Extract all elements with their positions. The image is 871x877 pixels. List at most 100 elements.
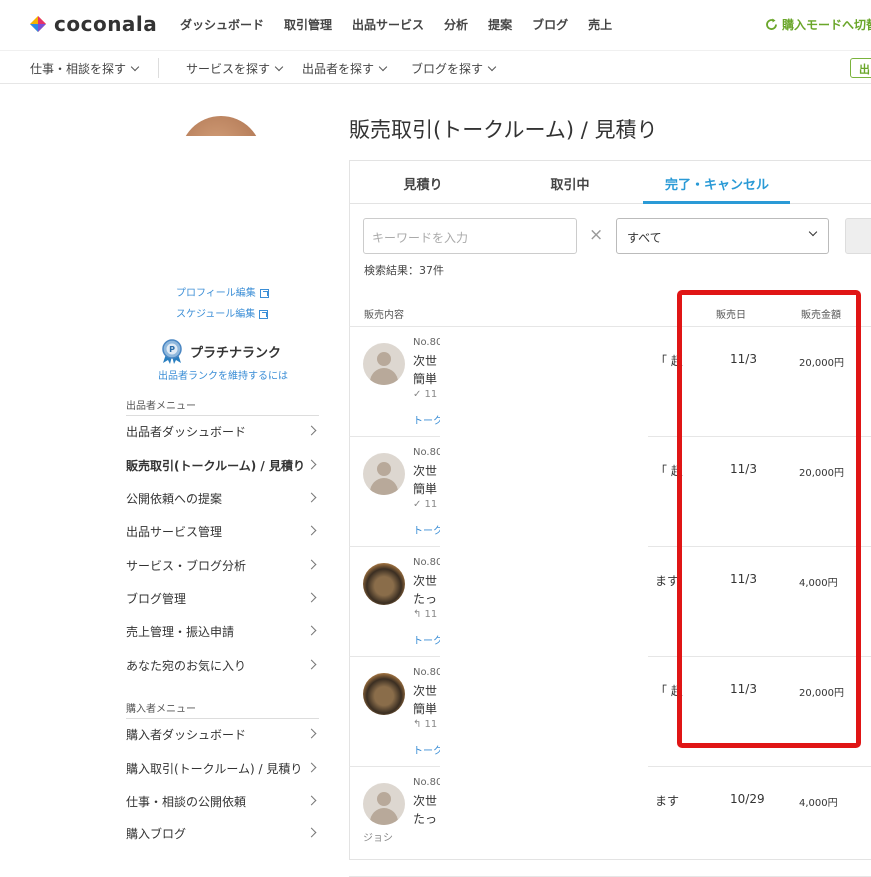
service-title[interactable]: 次世 (413, 792, 437, 809)
status-filter-select[interactable]: すべて (616, 218, 829, 254)
subnav-find-blogs[interactable]: ブログを探す (411, 60, 497, 77)
menu-label: 販売取引(トークルーム) / 見積り (126, 459, 305, 473)
chevron-right-icon (306, 728, 317, 739)
keyword-search-input[interactable]: キーワードを入力 (363, 218, 577, 254)
service-title[interactable]: 次世 (413, 572, 437, 589)
row-meta: ↰ 11 (413, 719, 438, 730)
menu-purchased-blogs[interactable]: 購入ブログ (126, 825, 319, 842)
service-title[interactable]: 次世 (413, 682, 437, 699)
buyer-avatar[interactable] (363, 673, 405, 715)
sale-date: 10/29 (730, 792, 765, 806)
subnav-find-sellers[interactable]: 出品者を探す (302, 60, 388, 77)
chevron-right-icon (306, 762, 317, 773)
menu-buyer-dashboard[interactable]: 購入者ダッシュボード (126, 726, 319, 743)
chevron-right-icon (306, 525, 317, 536)
menu-proposals[interactable]: 公開依頼への提案 (126, 490, 319, 507)
chevron-down-icon (808, 227, 818, 237)
order-number: No.80 (413, 667, 443, 678)
buyer-menu-heading: 購入者メニュー (126, 700, 319, 719)
service-title-tail: ます (655, 574, 680, 588)
buyer-avatar[interactable] (363, 783, 405, 825)
service-title[interactable]: 次世 (413, 462, 437, 479)
red-highlight-box (677, 290, 861, 748)
rank-info-link[interactable]: 出品者ランクを維持するには (158, 367, 288, 382)
subnav-label: ブログを探す (411, 62, 484, 76)
subnav-label: 仕事・相談を探す (30, 62, 127, 76)
row-meta: ✓ 11 (413, 499, 438, 510)
edit-schedule-label: スケジュール編集 (176, 309, 256, 320)
menu-service-management[interactable]: 出品サービス管理 (126, 523, 319, 540)
menu-sales-management[interactable]: 売上管理・振込申請 (126, 623, 319, 640)
menu-public-requests[interactable]: 仕事・相談の公開依頼 (126, 793, 319, 810)
chevron-right-icon (306, 492, 317, 503)
menu-label: サービス・ブログ分析 (126, 559, 247, 573)
subnav-find-services[interactable]: サービスを探す (186, 60, 284, 77)
subnav-label: 出品者を探す (302, 62, 375, 76)
row-meta: ジョシ (363, 833, 393, 844)
tab-in-progress[interactable]: 取引中 (496, 174, 644, 193)
menu-favorites[interactable]: あなた宛のお気に入り (126, 657, 319, 674)
service-subtitle: 簡単 (413, 482, 438, 496)
edit-profile-link[interactable]: プロフィール編集 (176, 283, 269, 304)
chevron-right-icon (306, 795, 317, 806)
buy-mode-label: 購入モードへ切替 (782, 18, 871, 32)
tab-estimates[interactable]: 見積り (349, 174, 497, 193)
order-number: No.80 (413, 557, 443, 568)
talkroom-link[interactable]: トーク (413, 522, 443, 537)
profile-avatar[interactable] (180, 116, 262, 136)
menu-sales-talkroom[interactable]: 販売取引(トークルーム) / 見積り (126, 457, 319, 474)
sell-button[interactable]: 出 (850, 58, 871, 78)
search-button[interactable] (845, 218, 871, 254)
menu-label: ブログ管理 (126, 592, 187, 606)
menu-purchase-talkroom[interactable]: 購入取引(トークルーム) / 見積り (126, 760, 319, 777)
service-subtitle: たっ (413, 812, 438, 826)
menu-label: 仕事・相談の公開依頼 (126, 795, 247, 809)
order-number: No.80 (413, 777, 443, 788)
nav-blog[interactable]: ブログ (532, 16, 568, 33)
seller-rank: P プラチナランク (160, 338, 281, 364)
divider (158, 58, 159, 78)
chevron-down-icon (378, 62, 388, 72)
nav-transactions[interactable]: 取引管理 (284, 16, 332, 33)
menu-label: 出品者ダッシュボード (126, 425, 247, 439)
menu-seller-dashboard[interactable]: 出品者ダッシュボード (126, 423, 319, 440)
profile-links: プロフィール編集 スケジュール編集 (176, 283, 269, 325)
buyer-avatar[interactable] (363, 343, 405, 385)
nav-dashboard[interactable]: ダッシュボード (180, 16, 264, 33)
talkroom-link[interactable]: トーク (413, 742, 443, 757)
menu-blog-management[interactable]: ブログ管理 (126, 590, 319, 607)
sale-amount: 4,000円 (799, 798, 838, 809)
service-title[interactable]: 次世 (413, 352, 437, 369)
col-header-content: 販売内容 (364, 310, 404, 321)
tab-completed-cancelled[interactable]: 完了・キャンセル (643, 174, 791, 193)
talkroom-link[interactable]: トーク (413, 632, 443, 647)
chevron-right-icon (306, 559, 317, 570)
buy-mode-switch[interactable]: 購入モードへ切替 (765, 16, 871, 33)
nav-proposals[interactable]: 提案 (488, 16, 512, 33)
nav-services[interactable]: 出品サービス (352, 16, 424, 33)
subnav-find-jobs[interactable]: 仕事・相談を探す (30, 60, 140, 77)
edit-schedule-link[interactable]: スケジュール編集 (176, 304, 269, 325)
seller-menu-heading: 出品者メニュー (126, 397, 319, 416)
menu-label: 出品サービス管理 (126, 525, 223, 539)
nav-sales[interactable]: 売上 (588, 16, 612, 33)
status-tabs: 見積り 取引中 完了・キャンセル (349, 160, 871, 204)
external-link-icon (259, 310, 269, 319)
talkroom-link[interactable]: トーク (413, 412, 443, 427)
buyer-avatar[interactable] (363, 453, 405, 495)
nav-analytics[interactable]: 分析 (444, 16, 468, 33)
coconala-logo-icon (30, 16, 46, 32)
menu-analytics[interactable]: サービス・ブログ分析 (126, 557, 319, 574)
logo-text: coconala (54, 12, 158, 36)
clear-search-icon[interactable]: × (589, 225, 603, 245)
svg-text:P: P (169, 345, 175, 354)
redacted-area (440, 328, 648, 832)
row-meta: ↰ 11 (413, 609, 438, 620)
chevron-down-icon (274, 62, 284, 72)
subnav-label: サービスを探す (186, 62, 271, 76)
buyer-avatar[interactable] (363, 563, 405, 605)
coconala-logo[interactable]: coconala (28, 12, 157, 36)
service-title-tail: ます (655, 794, 680, 808)
chevron-right-icon (306, 625, 317, 636)
chevron-right-icon (306, 592, 317, 603)
